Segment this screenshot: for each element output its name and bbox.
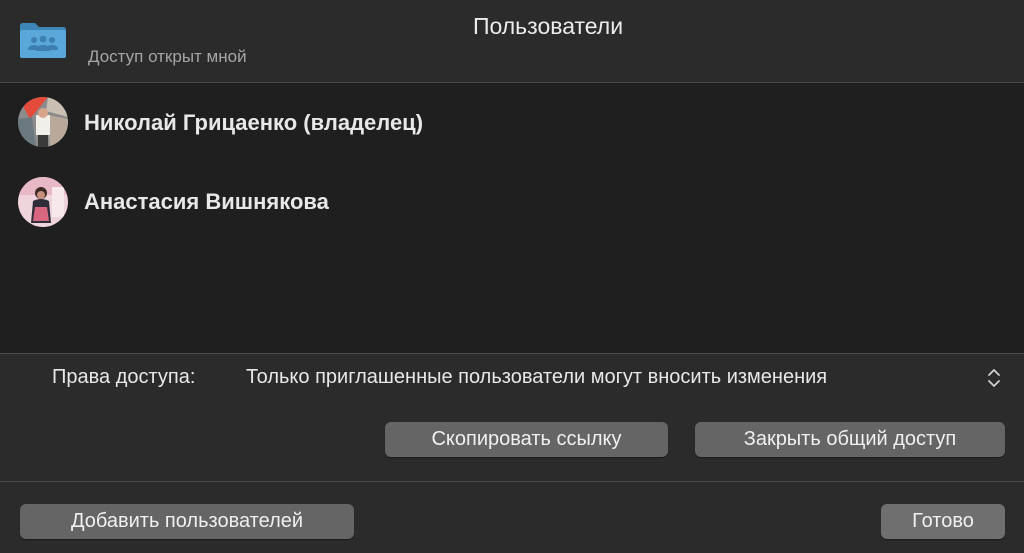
permissions-select[interactable]: Только приглашенные пользователи могут в…	[238, 358, 1010, 398]
list-item[interactable]: Анастасия Вишнякова	[0, 172, 1024, 232]
list-divider	[0, 353, 1024, 354]
dialog-title: Пользователи	[472, 13, 624, 39]
up-down-chevron-icon	[988, 369, 1000, 387]
user-name: Анастасия Вишнякова	[84, 189, 329, 214]
copy-link-button[interactable]: Скопировать ссылку	[385, 422, 668, 457]
permissions-label: Права доступа:	[52, 366, 196, 388]
permissions-value: Только приглашенные пользователи могут в…	[246, 366, 828, 388]
stop-sharing-button[interactable]: Закрыть общий доступ	[695, 422, 1005, 457]
sharing-status: Доступ открыт мной	[88, 47, 247, 66]
dialog-header: Пользователи Доступ открыт мной	[0, 0, 1024, 82]
done-button[interactable]: Готово	[881, 504, 1005, 539]
user-list[interactable]: Николай Грицаенко (владелец) Анастасия В…	[0, 83, 1024, 353]
footer-divider	[0, 481, 1024, 482]
avatar	[18, 97, 68, 147]
list-item[interactable]: Николай Грицаенко (владелец)	[0, 93, 1024, 153]
user-name: Николай Грицаенко (владелец)	[84, 110, 424, 135]
add-users-button[interactable]: Добавить пользователей	[20, 504, 354, 539]
avatar	[18, 177, 68, 227]
